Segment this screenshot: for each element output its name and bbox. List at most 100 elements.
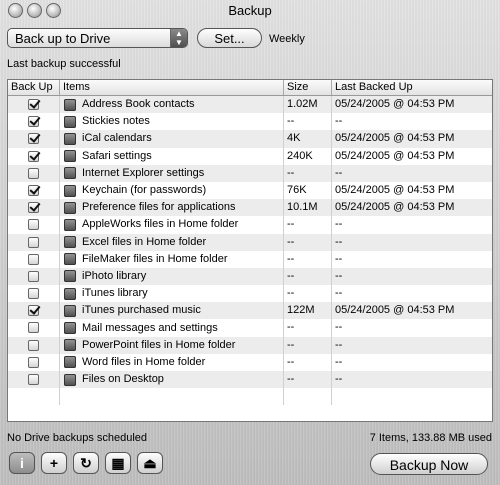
item-name: Mail messages and settings (82, 321, 218, 334)
item-last-backed-up: -- (335, 218, 343, 231)
item-cell: Address Book contacts (60, 96, 284, 114)
table-row[interactable]: Stickies notes -- -- (8, 113, 492, 131)
item-icon (64, 304, 76, 317)
backup-checkbox-cell (8, 113, 60, 131)
close-window-button[interactable] (8, 3, 23, 18)
table-row[interactable]: Safari settings 240K 05/24/2005 @ 04:53 PM (8, 147, 492, 165)
info-icon: i (20, 455, 24, 471)
item-name: FileMaker files in Home folder (82, 252, 228, 265)
backup-checkbox[interactable] (28, 356, 39, 368)
item-cell: Internet Explorer settings (60, 164, 284, 182)
backup-checkbox[interactable] (28, 184, 39, 196)
item-icon (64, 184, 76, 197)
backup-checkbox[interactable] (28, 253, 39, 265)
item-last-backed-up: -- (335, 355, 343, 368)
backup-checkbox[interactable] (28, 150, 39, 162)
refresh-button[interactable]: ↻ (73, 452, 99, 474)
item-name: AppleWorks files in Home folder (82, 218, 239, 231)
table-row[interactable]: PowerPoint files in Home folder -- -- (8, 336, 492, 354)
item-name: iTunes library (82, 287, 148, 300)
backup-checkbox[interactable] (28, 219, 39, 231)
column-header-backup[interactable]: Back Up (8, 80, 60, 95)
eject-button[interactable]: ⏏ (137, 452, 163, 474)
backup-checkbox[interactable] (28, 270, 39, 282)
item-name: Word files in Home folder (82, 355, 206, 368)
backup-checkbox[interactable] (28, 116, 39, 128)
item-cell: iTunes library (60, 285, 284, 303)
item-last-backed-up: -- (335, 252, 343, 265)
table-row[interactable]: Address Book contacts 1.02M 05/24/2005 @ 0… (8, 96, 492, 114)
item-icon (64, 287, 76, 300)
backup-checkbox-cell (8, 181, 60, 200)
backup-checkbox[interactable] (28, 374, 39, 385)
backup-now-button[interactable]: Backup Now (370, 453, 488, 475)
item-cell: Stickies notes (60, 113, 284, 131)
eject-icon: ⏏ (143, 455, 157, 471)
item-name: iPhoto library (82, 269, 147, 282)
backup-checkbox[interactable] (28, 202, 39, 214)
table-row[interactable]: Keychain (for passwords) 76K 05/24/2005 @ … (8, 181, 492, 200)
item-size: -- (284, 371, 332, 389)
table-row[interactable]: iCal calendars 4K 05/24/2005 @ 04:53 PM (8, 130, 492, 148)
item-icon (64, 150, 76, 163)
item-last-backed-up: -- (335, 235, 343, 248)
table-row[interactable]: Mail messages and settings -- -- (8, 319, 492, 337)
item-name: Internet Explorer settings (82, 166, 205, 179)
backup-checkbox[interactable] (28, 322, 39, 334)
add-item-button[interactable]: + (41, 452, 67, 474)
item-name: Stickies notes (82, 115, 150, 128)
minimize-window-button[interactable] (27, 3, 42, 18)
column-header-items[interactable]: Items (60, 80, 284, 95)
backup-checkbox[interactable] (28, 167, 39, 179)
table-row[interactable]: Preference files for applications 10.1M 05… (8, 199, 492, 217)
column-header-size[interactable]: Size (284, 80, 332, 95)
backup-checkbox[interactable] (28, 305, 39, 317)
backup-checkbox[interactable] (28, 288, 39, 300)
item-size: 240K (284, 147, 332, 165)
item-icon (64, 236, 76, 249)
table-row[interactable]: iPhoto library -- -- (8, 267, 492, 286)
backup-checkbox[interactable] (28, 236, 39, 248)
backup-checkbox-cell (8, 353, 60, 371)
table-row[interactable]: AppleWorks files in Home folder -- -- (8, 216, 492, 234)
item-cell: Preference files for applications (60, 199, 284, 217)
empty-cell (8, 388, 60, 406)
backup-checkbox[interactable] (28, 133, 39, 145)
title-bar: Backup (0, 0, 500, 22)
item-size: -- (284, 353, 332, 371)
table-row[interactable]: iTunes library -- -- (8, 285, 492, 303)
table-row[interactable]: FileMaker files in Home folder -- -- (8, 250, 492, 268)
backup-checkbox[interactable] (28, 99, 39, 110)
item-icon (64, 218, 76, 231)
calculator-button[interactable]: ▦ (105, 452, 131, 474)
item-name: iCal calendars (82, 132, 152, 145)
last-backup-status: Last backup successful (7, 58, 121, 70)
item-cell: iTunes purchased music (60, 302, 284, 320)
table-row[interactable]: Word files in Home folder -- -- (8, 353, 492, 371)
item-cell: Mail messages and settings (60, 319, 284, 337)
backup-checkbox-cell (8, 319, 60, 337)
info-button[interactable]: i (9, 452, 35, 474)
item-icon (64, 322, 76, 335)
table-row[interactable]: Files on Desktop -- -- (8, 371, 492, 389)
backup-checkbox-cell (8, 199, 60, 217)
empty-cell (332, 388, 492, 405)
dropdown-arrows-icon: ▲ ▼ (170, 29, 187, 47)
item-cell: AppleWorks files in Home folder (60, 216, 284, 234)
item-size: -- (284, 216, 332, 234)
item-icon (64, 339, 76, 352)
schedule-text: Weekly (269, 33, 305, 45)
zoom-window-button[interactable] (46, 3, 61, 18)
table-row[interactable]: iTunes purchased music 122M 05/24/2005 @ 0… (8, 302, 492, 320)
table-row[interactable]: Excel files in Home folder -- -- (8, 233, 492, 251)
item-last-backed-up: -- (335, 287, 343, 300)
item-size: -- (284, 233, 332, 251)
column-header-last-backed-up[interactable]: Last Backed Up (332, 80, 492, 95)
destination-dropdown[interactable]: Back up to Drive ▲ ▼ (7, 28, 188, 48)
table-row[interactable]: Internet Explorer settings -- -- (8, 164, 492, 182)
set-schedule-button[interactable]: Set... (197, 28, 262, 48)
backup-checkbox-cell (8, 147, 60, 165)
backup-checkbox[interactable] (28, 339, 39, 351)
item-size: 4K (284, 130, 332, 148)
item-name: Address Book contacts (82, 98, 195, 111)
